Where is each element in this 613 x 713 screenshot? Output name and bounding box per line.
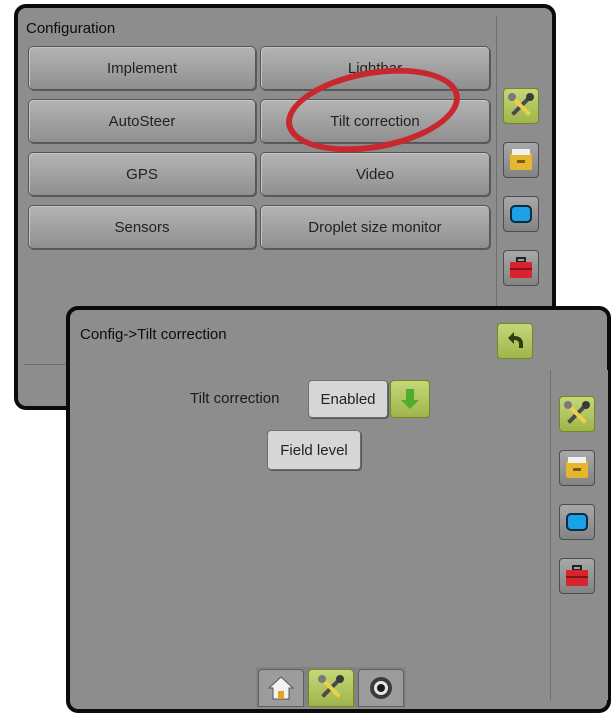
display-icon [510,205,532,223]
camera-tab[interactable] [358,669,404,707]
toolbox-icon [510,257,532,278]
gps-button[interactable]: GPS [28,152,256,196]
toolbox-tab[interactable] [503,250,539,286]
undo-icon [508,332,523,348]
folder-icon [510,149,532,170]
tilt-correction-screen: Config->Tilt correction Tilt correction … [66,306,611,713]
field-level-button[interactable]: Field level [267,430,361,470]
sensors-button[interactable]: Sensors [28,205,256,249]
droplet-size-monitor-button[interactable]: Droplet size monitor [260,205,490,249]
toolbox-icon [566,565,588,586]
camera-icon [370,677,392,699]
tools-tab[interactable] [308,669,354,707]
video-button[interactable]: Video [260,152,490,196]
back-button[interactable] [497,323,533,359]
folder-icon [566,457,588,478]
tools-tab[interactable] [503,88,539,124]
screen-title: Configuration [26,20,116,37]
side-menu [550,370,608,700]
dropdown-button[interactable] [390,380,430,418]
autosteer-button[interactable]: AutoSteer [28,99,256,143]
arrow-down-icon [401,389,419,409]
screen-title: Config->Tilt correction [80,326,227,343]
display-icon [566,513,588,531]
home-tab[interactable] [258,669,304,707]
tilt-correction-label: Tilt correction [190,390,280,407]
bottom-nav [256,667,406,707]
implement-button[interactable]: Implement [28,46,256,90]
home-icon [267,676,295,700]
toolbox-tab[interactable] [559,558,595,594]
tools-icon [318,675,344,698]
tools-icon [508,93,534,116]
data-tab[interactable] [559,450,595,486]
tools-icon [564,401,590,424]
display-tab[interactable] [503,196,539,232]
tilt-correction-value[interactable]: Enabled [308,380,388,418]
data-tab[interactable] [503,142,539,178]
tools-tab[interactable] [559,396,595,432]
display-tab[interactable] [559,504,595,540]
